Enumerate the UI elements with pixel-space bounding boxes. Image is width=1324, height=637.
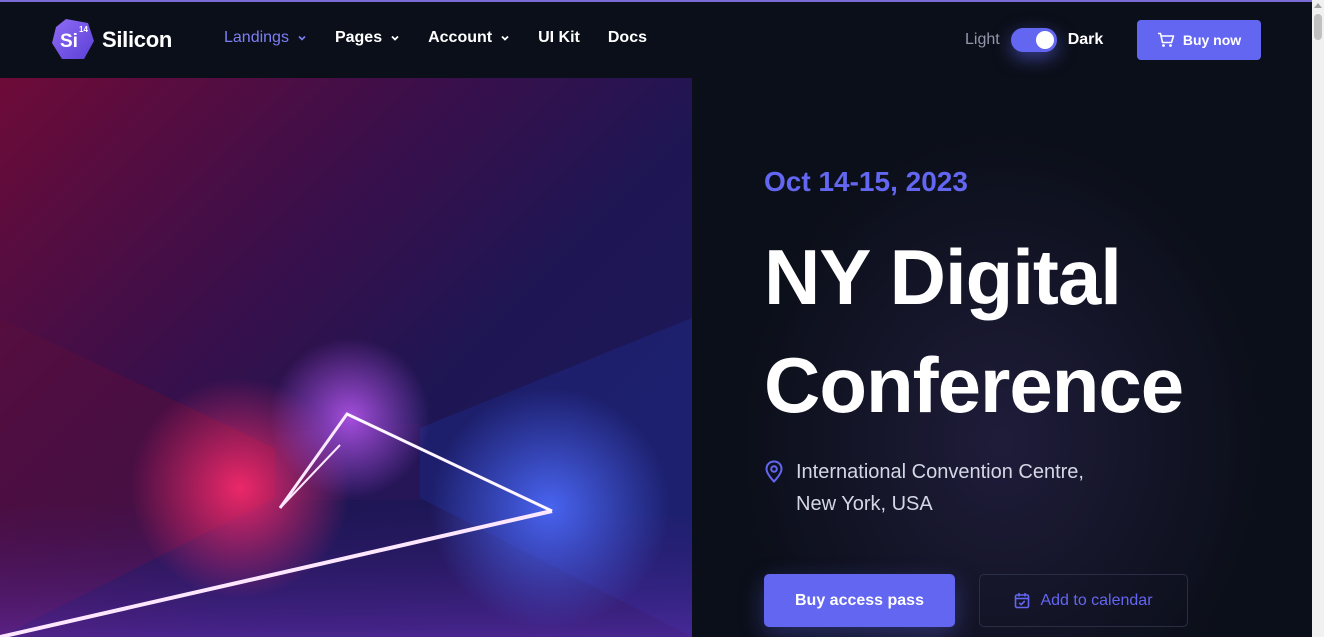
neon-light-illustration xyxy=(0,318,692,637)
buy-access-pass-button[interactable]: Buy access pass xyxy=(764,574,955,627)
scrollbar-thumb[interactable] xyxy=(1314,14,1322,40)
nav-item-pages[interactable]: Pages xyxy=(335,29,400,47)
page-scrollbar[interactable] xyxy=(1312,0,1324,637)
title-line-1: NY Digital xyxy=(764,233,1122,321)
brand-logo-link[interactable]: Si 14 Silicon xyxy=(50,18,172,62)
add-to-calendar-label: Add to calendar xyxy=(1040,591,1153,609)
nav-item-landings[interactable]: Landings xyxy=(224,29,307,47)
nav-item-account[interactable]: Account xyxy=(428,29,510,47)
theme-toggle-switch[interactable] xyxy=(1010,28,1057,52)
map-pin-icon xyxy=(765,460,783,483)
logo-badge: 14 xyxy=(79,25,88,34)
scroll-up-arrow-icon[interactable] xyxy=(1314,3,1322,8)
nav-item-ui-kit[interactable]: UI Kit xyxy=(538,29,580,47)
chevron-down-icon xyxy=(501,35,509,41)
theme-dark-label: Dark xyxy=(1067,31,1104,48)
location-line-2: New York, USA xyxy=(796,493,933,515)
buy-now-label: Buy now xyxy=(1182,32,1242,48)
nav-label-account: Account xyxy=(428,29,493,46)
logo-text: Si xyxy=(60,31,78,52)
calendar-check-icon xyxy=(1015,593,1030,609)
nav-label-ui-kit: UI Kit xyxy=(538,29,580,46)
brand-name: Silicon xyxy=(102,27,173,52)
event-date: Oct 14-15, 2023 xyxy=(764,166,968,197)
location-text: International Convention Centre, New Yor… xyxy=(796,456,1084,520)
theme-toggle-group: Light Dark xyxy=(965,28,1103,52)
location-line-1: International Convention Centre, xyxy=(796,461,1084,483)
hero-neon-image xyxy=(0,78,692,637)
main-nav: Landings Pages Account UI Kit Docs xyxy=(224,29,675,47)
theme-light-label: Light xyxy=(965,31,1000,48)
site-header: Si 14 Silicon Landings Pages Account UI … xyxy=(0,2,1312,78)
cart-icon xyxy=(1157,32,1175,47)
nav-label-docs: Docs xyxy=(607,29,647,46)
chevron-down-icon xyxy=(391,35,399,41)
toggle-knob xyxy=(1035,31,1054,49)
chevron-down-icon xyxy=(298,35,306,41)
hero-content: Oct 14-15, 2023 NY Digital Conference In… xyxy=(692,78,1312,637)
buy-access-pass-label: Buy access pass xyxy=(795,591,924,609)
buy-now-button[interactable]: Buy now xyxy=(1137,20,1261,60)
nav-item-docs[interactable]: Docs xyxy=(608,29,647,47)
title-line-2: Conference xyxy=(764,341,1184,429)
event-location: International Convention Centre, New Yor… xyxy=(764,456,1084,520)
nav-label-pages: Pages xyxy=(334,29,383,46)
page-title: NY Digital Conference xyxy=(764,223,1284,439)
silicon-logo-icon: Si 14 xyxy=(50,17,96,63)
add-to-calendar-button[interactable]: Add to calendar xyxy=(979,574,1188,627)
nav-label-landings: Landings xyxy=(224,29,289,46)
